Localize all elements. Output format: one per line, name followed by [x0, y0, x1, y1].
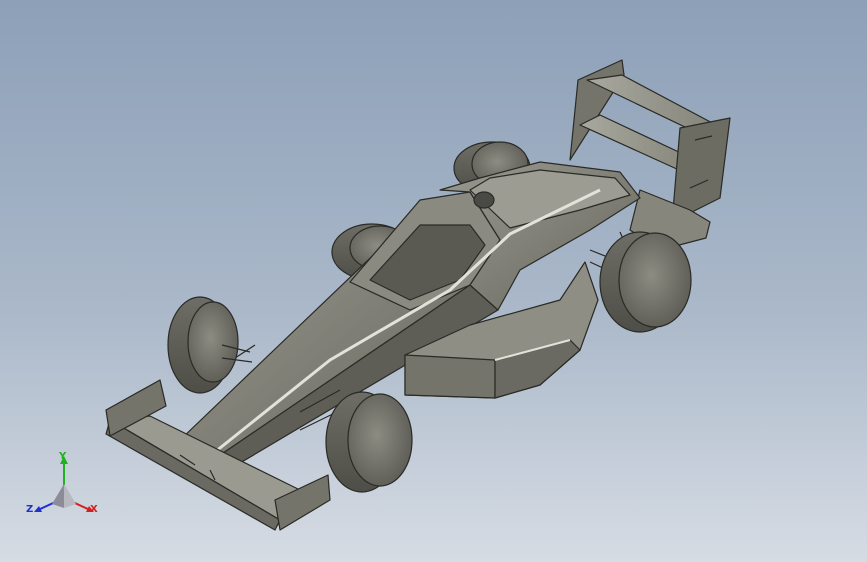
rear-wing-left-endplate: [569, 59, 625, 161]
orientation-triad: Y X Z: [26, 446, 104, 526]
triad-x-label: X: [90, 504, 98, 515]
triad-y-label: Y: [59, 451, 67, 462]
front-right-wheel: [167, 296, 253, 394]
rear-right-wheel: [599, 231, 692, 333]
triad-z-label: Z: [26, 504, 34, 515]
graphics-viewport[interactable]: Y X Z: [0, 0, 867, 562]
sidepod-front: [404, 354, 496, 399]
main-body: [179, 161, 641, 467]
front-near-wheel: [325, 391, 413, 493]
race-car-model[interactable]: [0, 0, 867, 562]
